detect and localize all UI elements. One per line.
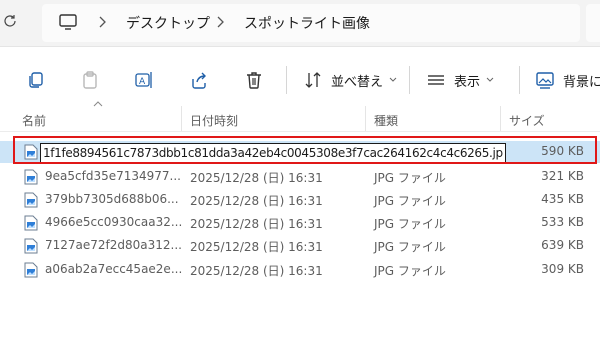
file-name: 4966e5cc0930caa32... bbox=[45, 215, 183, 229]
table-row[interactable]: a06ab2a7ecc45ae2e... 2025/12/28 (日) 16:3… bbox=[0, 259, 600, 281]
rename-icon[interactable]: A bbox=[134, 70, 154, 90]
file-date: 2025/12/28 (日) 16:31 bbox=[190, 240, 323, 254]
file-size: 533 KB bbox=[541, 215, 584, 229]
file-type: JPG ファイル bbox=[374, 217, 446, 231]
delete-icon[interactable] bbox=[244, 70, 264, 90]
file-date: 2025/12/28 (日) 16:31 bbox=[190, 194, 323, 208]
table-row[interactable]: 379bb7305d688b06... 2025/12/28 (日) 16:31… bbox=[0, 189, 600, 211]
background-label: 背景に bbox=[563, 74, 600, 90]
toolbar-separator bbox=[409, 66, 410, 94]
jpg-file-icon bbox=[24, 262, 38, 278]
toolbar-separator bbox=[519, 66, 520, 94]
file-date: 2025/12/28 (日) 16:31 bbox=[190, 171, 323, 185]
paste-icon[interactable] bbox=[80, 70, 100, 90]
jpg-file-icon bbox=[24, 169, 38, 185]
view-icon bbox=[428, 75, 444, 85]
search-box[interactable] bbox=[586, 4, 600, 42]
sort-button[interactable]: 並べ替え bbox=[303, 68, 397, 92]
jpg-file-icon bbox=[24, 238, 38, 254]
chevron-down-icon bbox=[486, 77, 494, 82]
table-row[interactable]: 9ea5cfd35e7134977... 2025/12/28 (日) 16:3… bbox=[0, 166, 600, 188]
chevron-right-icon[interactable] bbox=[214, 14, 226, 30]
file-date: 2025/12/28 (日) 16:31 bbox=[190, 264, 323, 278]
chevron-down-icon bbox=[389, 77, 397, 82]
file-name: 7127ae72f2d80a312... bbox=[45, 238, 182, 252]
column-header-name[interactable]: 名前 bbox=[22, 112, 46, 129]
toolbar-separator bbox=[286, 66, 287, 94]
set-background-button[interactable]: 背景に bbox=[535, 68, 600, 92]
file-date: 2025/12/28 (日) 16:31 bbox=[190, 217, 323, 231]
share-icon[interactable] bbox=[189, 70, 209, 90]
refresh-icon[interactable] bbox=[2, 13, 18, 29]
chevron-right-icon[interactable] bbox=[96, 14, 108, 30]
file-size: 639 KB bbox=[541, 238, 584, 252]
column-separator[interactable] bbox=[181, 106, 182, 132]
background-icon bbox=[536, 72, 554, 89]
copy-icon[interactable] bbox=[26, 70, 46, 90]
view-button[interactable]: 表示 bbox=[426, 68, 494, 92]
jpg-file-icon bbox=[24, 215, 38, 231]
breadcrumb-desktop[interactable]: デスクトップ bbox=[126, 13, 210, 33]
computer-icon[interactable] bbox=[58, 13, 78, 31]
highlight-annotation-box bbox=[13, 136, 597, 164]
file-type: JPG ファイル bbox=[374, 240, 446, 254]
column-separator[interactable] bbox=[500, 106, 501, 132]
file-size: 321 KB bbox=[541, 169, 584, 183]
file-size: 309 KB bbox=[541, 262, 584, 276]
file-name: a06ab2a7ecc45ae2e... bbox=[45, 262, 183, 276]
sort-icon bbox=[305, 72, 321, 88]
sort-ascending-icon bbox=[93, 101, 103, 107]
divider bbox=[0, 46, 600, 47]
file-name: 379bb7305d688b06... bbox=[45, 192, 179, 206]
view-label: 表示 bbox=[454, 74, 481, 90]
file-size: 435 KB bbox=[541, 192, 584, 206]
column-header-date[interactable]: 日付時刻 bbox=[190, 112, 238, 129]
table-row[interactable]: 4966e5cc0930caa32... 2025/12/28 (日) 16:3… bbox=[0, 212, 600, 234]
file-type: JPG ファイル bbox=[374, 194, 446, 208]
file-type: JPG ファイル bbox=[374, 171, 446, 185]
file-name: 9ea5cfd35e7134977... bbox=[45, 169, 181, 183]
breadcrumb-spotlight[interactable]: スポットライト画像 bbox=[244, 13, 370, 33]
header-divider bbox=[0, 131, 600, 132]
jpg-file-icon bbox=[24, 192, 38, 208]
column-header-size[interactable]: サイズ bbox=[509, 112, 545, 129]
table-row[interactable]: 7127ae72f2d80a312... 2025/12/28 (日) 16:3… bbox=[0, 235, 600, 257]
svg-text:A: A bbox=[139, 77, 146, 87]
file-type: JPG ファイル bbox=[374, 264, 446, 278]
column-separator[interactable] bbox=[365, 106, 366, 132]
sort-label: 並べ替え bbox=[331, 74, 384, 90]
column-header-type[interactable]: 種類 bbox=[374, 112, 398, 129]
